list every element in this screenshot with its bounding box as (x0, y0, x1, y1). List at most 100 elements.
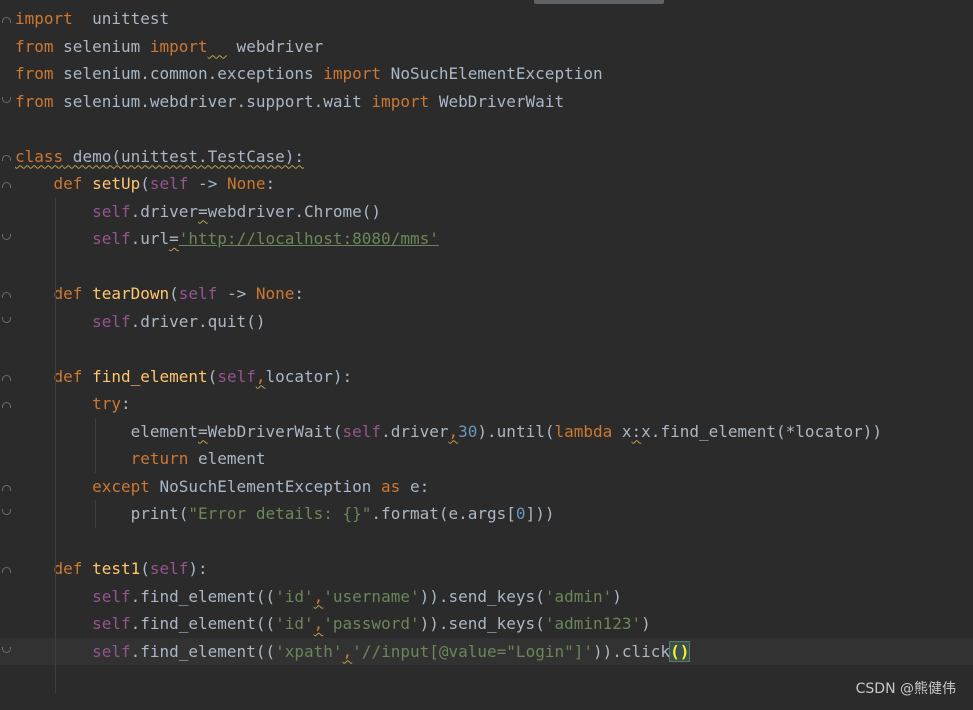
code-line[interactable]: import unittest (0, 5, 973, 33)
code-token: : (120, 394, 131, 413)
code-token: None (255, 284, 295, 303)
fold-marker-icon[interactable] (2, 374, 11, 381)
code-line[interactable]: self.find_element(('xpath','//input[@val… (0, 637, 973, 665)
horizontal-scrollbar-thumb[interactable] (534, 0, 664, 4)
code-token: = (198, 421, 208, 441)
fold-marker-icon[interactable] (2, 17, 11, 23)
code-token: e: (400, 476, 430, 496)
code-token: ( (140, 174, 150, 193)
code-text: from selenium import webdriver (15, 33, 323, 61)
code-token: WebDriverWait (429, 91, 565, 111)
code-token: self (92, 311, 131, 331)
fold-marker-icon[interactable] (2, 96, 11, 103)
code-token: unittest (72, 9, 170, 28)
code-token: .driver (381, 421, 449, 441)
code-token: import (371, 91, 430, 111)
code-text: from selenium.common.exceptions import N… (15, 60, 603, 88)
code-line[interactable]: from selenium import webdriver (0, 33, 973, 61)
code-editor[interactable]: import unittest from selenium import webd… (0, 0, 973, 710)
code-token: self (217, 366, 256, 386)
indent-guide (95, 417, 96, 473)
fold-marker-icon[interactable] (2, 567, 11, 573)
code-token: element (188, 449, 266, 468)
code-line[interactable]: def find_element(self,locator): (0, 363, 973, 391)
code-line[interactable]: print("Error details: {}".format(e.args[… (0, 500, 973, 528)
code-token: 0 (515, 504, 526, 523)
code-token: x.find_element(*locator)) (641, 421, 882, 441)
code-line[interactable]: self.find_element(('id','password')).sen… (0, 610, 973, 638)
code-line[interactable] (0, 115, 973, 143)
code-line[interactable]: self.url='http://localhost:8080/mms' (0, 225, 973, 253)
code-text: self.find_element(('id','password')).sen… (15, 610, 651, 638)
code-token: demo(unittest.TestCase): (63, 146, 304, 166)
code-token: test1 (92, 559, 141, 578)
code-token: : (265, 174, 276, 193)
code-line[interactable]: self.driver=webdriver.Chrome() (0, 198, 973, 226)
code-token: tearDown (92, 284, 170, 303)
code-text: import unittest (15, 5, 169, 33)
fold-marker-icon[interactable] (2, 182, 11, 188)
code-line[interactable]: class demo(unittest.TestCase): (0, 143, 973, 171)
code-text: from selenium.webdriver.support.wait imp… (15, 88, 564, 116)
indent-guide (95, 500, 96, 528)
code-token: )).send_keys( (419, 586, 545, 606)
code-text: element=WebDriverWait(self.driver,30).un… (15, 418, 882, 446)
code-line[interactable] (0, 253, 973, 281)
fold-marker-icon[interactable] (2, 154, 11, 161)
code-token: () (669, 640, 691, 662)
fold-marker-icon[interactable] (2, 484, 11, 491)
code-token: ): (188, 559, 208, 578)
code-line[interactable]: def setUp(self -> None: (0, 170, 973, 198)
code-line[interactable] (0, 528, 973, 556)
code-line[interactable]: element=WebDriverWait(self.driver,30).un… (0, 418, 973, 446)
code-line[interactable]: def tearDown(self -> None: (0, 280, 973, 308)
code-token: self (178, 284, 218, 303)
code-token: self (92, 614, 131, 633)
fold-marker-icon[interactable] (2, 509, 11, 515)
code-token: self (92, 586, 131, 606)
fold-marker-icon[interactable] (2, 292, 11, 298)
code-line[interactable] (0, 335, 973, 363)
code-text: def setUp(self -> None: (15, 170, 276, 198)
code-token: element (15, 421, 199, 441)
fold-marker-icon[interactable] (2, 234, 11, 240)
code-token: .find_element(( (130, 586, 276, 606)
code-token: ])) (525, 504, 555, 523)
fold-marker-icon[interactable] (2, 316, 11, 323)
fold-marker-icon[interactable] (2, 646, 11, 653)
code-line[interactable]: try: (0, 390, 973, 418)
code-token: return (130, 449, 189, 468)
code-token: NoSuchElementException (381, 64, 603, 83)
code-line[interactable]: def test1(self): (0, 555, 973, 583)
code-token: .driver.quit() (130, 311, 266, 331)
code-token: def (53, 174, 83, 193)
code-token: = (198, 201, 208, 221)
code-line[interactable]: from selenium.webdriver.support.wait imp… (0, 88, 973, 116)
code-token: 'password' (323, 614, 420, 633)
code-text: self.driver.quit() (15, 308, 265, 336)
code-token: '//input[@value="Login"]' (352, 641, 593, 661)
code-token: WebDriverWait( (207, 421, 343, 441)
code-token: 'id' (275, 614, 314, 633)
code-text: try: (15, 390, 131, 418)
code-line[interactable]: self.driver.quit() (0, 308, 973, 336)
fold-marker-icon[interactable] (2, 402, 11, 408)
code-token: None (226, 174, 266, 193)
code-text: self.url='http://localhost:8080/mms' (15, 225, 439, 253)
code-token: .find_element(( (130, 614, 276, 633)
code-line[interactable]: except NoSuchElementException as e: (0, 473, 973, 501)
code-token: ( (140, 559, 150, 578)
code-line[interactable]: return element (0, 445, 973, 473)
code-line[interactable]: from selenium.common.exceptions import N… (0, 60, 973, 88)
code-line[interactable] (0, 665, 973, 693)
code-line[interactable]: self.find_element(('id','username')).sen… (0, 583, 973, 611)
code-token: = (169, 229, 179, 248)
